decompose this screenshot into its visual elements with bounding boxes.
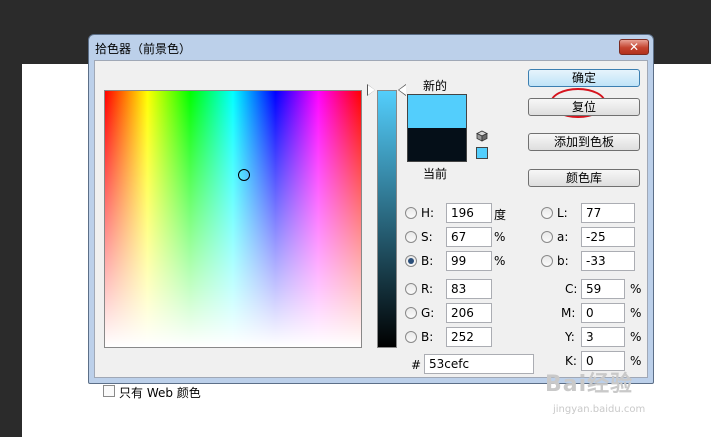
radio-b-brightness[interactable] [405, 255, 417, 267]
s-input[interactable]: 67 [446, 227, 492, 247]
y-unit: % [630, 330, 642, 344]
m-unit: % [630, 306, 642, 320]
l-label: L: [557, 206, 568, 220]
b-blue-label: B: [421, 330, 434, 344]
y-label: Y: [565, 330, 575, 344]
web-safe-swatch[interactable] [476, 147, 488, 159]
baidu-watermark: Bai经验 jingyan.baidu.com [545, 358, 700, 428]
color-field-picker-circle[interactable] [238, 169, 250, 181]
ok-button[interactable]: 确定 [528, 69, 640, 87]
a-label: a: [557, 230, 569, 244]
add-to-swatches-button[interactable]: 添加到色板 [528, 133, 640, 151]
watermark-logo: Bai经验 [545, 372, 634, 397]
g-label: G: [421, 306, 435, 320]
m-input[interactable]: 0 [581, 303, 625, 323]
radio-s[interactable] [405, 231, 417, 243]
m-label: M: [561, 306, 576, 320]
color-field[interactable] [104, 90, 362, 348]
s-unit: % [494, 230, 506, 244]
s-label: S: [421, 230, 433, 244]
radio-a[interactable] [541, 231, 553, 243]
b-brightness-unit: % [494, 254, 506, 268]
hex-input[interactable]: 53cefc [424, 354, 534, 374]
dialog-client-area: 新的 当前 确定 复位 添加到色板 颜色库 H: 196 度 S: 67 % B… [94, 60, 648, 400]
c-label: C: [565, 282, 578, 296]
r-label: R: [421, 282, 434, 296]
radio-l[interactable] [541, 207, 553, 219]
b-blue-input[interactable]: 252 [446, 327, 492, 347]
lab-b-label: b: [557, 254, 569, 268]
close-button[interactable]: ✕ [619, 39, 649, 55]
slider-handle-right[interactable] [399, 85, 406, 95]
current-color-swatch[interactable] [407, 128, 467, 162]
out-of-gamut-cube-icon[interactable] [476, 130, 488, 142]
watermark-url: jingyan.baidu.com [553, 404, 646, 415]
radio-g[interactable] [405, 307, 417, 319]
radio-h[interactable] [405, 207, 417, 219]
c-input[interactable]: 59 [581, 279, 625, 299]
new-color-swatch [407, 94, 467, 128]
slider-handle-left[interactable] [368, 85, 375, 95]
a-input[interactable]: -25 [581, 227, 635, 247]
radio-r[interactable] [405, 283, 417, 295]
color-slider[interactable] [377, 90, 397, 348]
r-input[interactable]: 83 [446, 279, 492, 299]
radio-lab-b[interactable] [541, 255, 553, 267]
b-brightness-input[interactable]: 99 [446, 251, 492, 271]
b-brightness-label: B: [421, 254, 434, 268]
reset-button[interactable]: 复位 [528, 98, 640, 116]
color-libraries-button[interactable]: 颜色库 [528, 169, 640, 187]
web-only-checkbox[interactable] [103, 385, 115, 397]
current-color-label: 当前 [423, 167, 448, 181]
lab-b-input[interactable]: -33 [581, 251, 635, 271]
h-input[interactable]: 196 [446, 203, 492, 223]
y-input[interactable]: 3 [581, 327, 625, 347]
hex-label: # [411, 358, 422, 372]
l-input[interactable]: 77 [581, 203, 635, 223]
h-label: H: [421, 206, 435, 220]
new-color-label: 新的 [423, 79, 448, 93]
h-unit: 度 [494, 208, 507, 222]
dialog-title: 拾色器（前景色） [95, 42, 192, 56]
title-bar[interactable]: 拾色器（前景色） ✕ [89, 35, 653, 60]
color-picker-dialog: 拾色器（前景色） ✕ 新的 当前 确定 复位 添加到色板 颜色库 H: 196 … [88, 34, 654, 400]
g-input[interactable]: 206 [446, 303, 492, 323]
radio-b-blue[interactable] [405, 331, 417, 343]
c-unit: % [630, 282, 642, 296]
web-only-label: 只有 Web 颜色 [119, 386, 201, 400]
close-icon: ✕ [628, 40, 640, 54]
